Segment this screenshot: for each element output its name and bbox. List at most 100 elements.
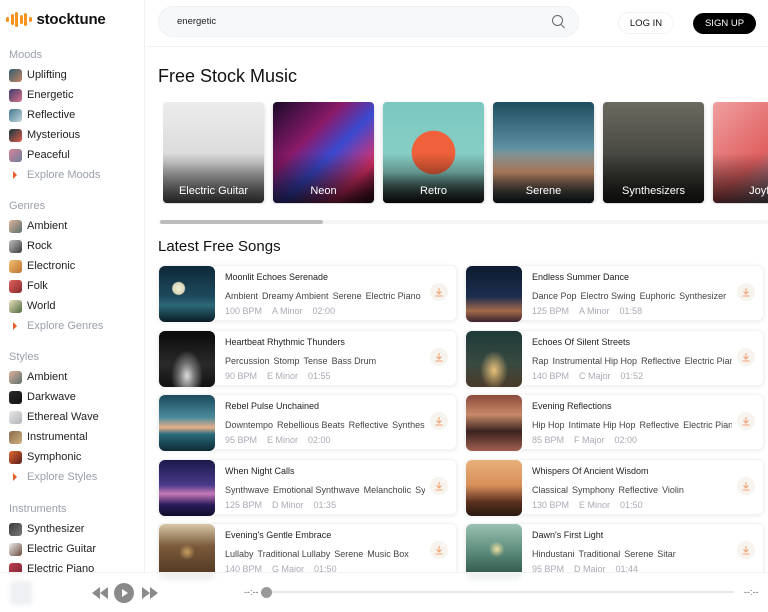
song-title[interactable]: Whispers Of Ancient Wisdom [532, 466, 649, 476]
download-button[interactable] [430, 412, 448, 430]
song-row[interactable]: Moonlit Echoes Serenade Ambient Dreamy Amb… [158, 265, 457, 322]
sidebar-item-synthesizer[interactable]: Synthesizer [9, 519, 139, 539]
song-tag[interactable]: Violin [662, 485, 684, 495]
song-tag[interactable]: Hip Hop [532, 420, 565, 430]
song-tag[interactable]: Sitar [657, 549, 676, 559]
song-row[interactable]: Evening's Gentle Embrace Lullaby Tradition… [158, 523, 457, 580]
category-card-electric-guitar[interactable]: Electric Guitar [163, 102, 264, 203]
song-tag[interactable]: Synthesizer [415, 485, 425, 495]
progress-knob[interactable] [261, 587, 272, 598]
logo[interactable]: stocktune [6, 11, 106, 28]
song-artwork[interactable] [159, 330, 215, 387]
sidebar-item-ambient[interactable]: Ambient [9, 216, 139, 236]
category-card-neon[interactable]: Neon [273, 102, 374, 203]
sidebar-item-reflective[interactable]: Reflective [9, 105, 139, 125]
download-button[interactable] [430, 283, 448, 301]
search-input[interactable] [177, 16, 552, 27]
song-title[interactable]: When Night Calls [225, 466, 295, 476]
song-tag[interactable]: Dreamy Ambient [262, 291, 329, 301]
song-tag[interactable]: Stomp [274, 356, 300, 366]
download-button[interactable] [737, 476, 755, 495]
song-row[interactable]: Whispers Of Ancient Wisdom Classical Symph… [465, 458, 764, 516]
download-button[interactable] [737, 347, 755, 366]
song-tag[interactable]: Reflective [349, 420, 389, 430]
sidebar-item-instrumental[interactable]: Instrumental [9, 427, 139, 447]
sidebar-item-peaceful[interactable]: Peaceful [9, 145, 139, 165]
category-card-synthesizers[interactable]: Synthesizers [603, 102, 704, 203]
song-row[interactable]: Echoes Of Silent Streets Rap Instrumental … [465, 329, 764, 387]
sidebar-item-rock[interactable]: Rock [9, 236, 139, 256]
sidebar-item-uplifting[interactable]: Uplifting [9, 65, 139, 85]
search-bar[interactable] [158, 6, 579, 37]
category-card-serene[interactable]: Serene [493, 102, 594, 203]
sidebar-item-darkwave[interactable]: Darkwave [9, 387, 139, 407]
song-tag[interactable]: Euphoric [640, 291, 676, 301]
song-tag[interactable]: Electric Piano [683, 420, 732, 430]
song-tag[interactable]: Traditional Lullaby [258, 549, 331, 559]
song-artwork[interactable] [466, 266, 522, 322]
song-tag[interactable]: Rebellious Beats [277, 420, 345, 430]
song-tag[interactable]: Reflective [619, 485, 659, 495]
song-tag[interactable]: Bass Drum [332, 356, 377, 366]
rewind-icon[interactable] [92, 587, 108, 599]
song-row[interactable]: Endless Summer Dance Dance Pop Electro Swi… [465, 265, 764, 322]
song-tag[interactable]: Symphony [572, 485, 615, 495]
song-tag[interactable]: Music Box [367, 549, 409, 559]
song-tag[interactable]: Reflective [641, 356, 681, 366]
explore-moods-link[interactable]: Explore Moods [9, 165, 139, 185]
carousel-scrollbar-thumb[interactable] [160, 220, 323, 224]
download-button[interactable] [737, 283, 755, 301]
song-artwork[interactable] [466, 459, 522, 516]
download-button[interactable] [430, 347, 448, 366]
song-tag[interactable]: Synthesizer [392, 420, 425, 430]
sidebar-item-folk[interactable]: Folk [9, 276, 139, 296]
song-tag[interactable]: Tense [304, 356, 328, 366]
song-tag[interactable]: Serene [624, 549, 653, 559]
song-tag[interactable]: Synthwave [225, 485, 269, 495]
song-artwork[interactable] [159, 459, 215, 516]
sidebar-item-mysterious[interactable]: Mysterious [9, 125, 139, 145]
fast-forward-icon[interactable] [142, 587, 158, 599]
song-row[interactable]: Rebel Pulse Unchained Downtempo Rebellious… [158, 394, 457, 451]
song-tag[interactable]: Intimate Hip Hop [569, 420, 636, 430]
song-tag[interactable]: Melancholic [364, 485, 412, 495]
song-title[interactable]: Dawn's First Light [532, 530, 603, 540]
signup-button[interactable]: SIGN UP [693, 13, 756, 34]
song-tag[interactable]: Downtempo [225, 420, 273, 430]
category-card-retro[interactable]: Retro [383, 102, 484, 203]
song-title[interactable]: Moonlit Echoes Serenade [225, 272, 328, 282]
song-tag[interactable]: Hindustani [532, 549, 575, 559]
song-tag[interactable]: Emotional Synthwave [273, 485, 360, 495]
song-tag[interactable]: Lullaby [225, 549, 254, 559]
sidebar-item-symphonic[interactable]: Symphonic [9, 447, 139, 467]
song-title[interactable]: Evening's Gentle Embrace [225, 530, 331, 540]
login-button[interactable]: LOG IN [618, 12, 674, 34]
song-tag[interactable]: Electro Swing [581, 291, 636, 301]
song-title[interactable]: Endless Summer Dance [532, 272, 629, 282]
song-row[interactable]: When Night Calls Synthwave Emotional Synth… [158, 458, 457, 516]
category-card-joyful[interactable]: Joyful [713, 102, 768, 203]
progress-bar[interactable] [266, 591, 734, 593]
song-title[interactable]: Heartbeat Rhythmic Thunders [225, 337, 345, 347]
song-artwork[interactable] [466, 330, 522, 387]
explore-styles-link[interactable]: Explore Styles [9, 467, 139, 487]
song-title[interactable]: Evening Reflections [532, 401, 612, 411]
explore-genres-link[interactable]: Explore Genres [9, 316, 139, 336]
song-tag[interactable]: Traditional [579, 549, 621, 559]
song-row[interactable]: Dawn's First Light Hindustani Traditional S… [465, 523, 764, 580]
song-title[interactable]: Echoes Of Silent Streets [532, 337, 630, 347]
sidebar-item-ethereal-wave[interactable]: Ethereal Wave [9, 407, 139, 427]
song-tag[interactable]: Reflective [640, 420, 680, 430]
sidebar-item-electric-guitar[interactable]: Electric Guitar [9, 539, 139, 559]
song-tag[interactable]: Electric Piano [685, 356, 732, 366]
song-tag[interactable]: Electric Piano [366, 291, 421, 301]
song-tag[interactable]: Synthesizer [679, 291, 726, 301]
sidebar-item-energetic[interactable]: Energetic [9, 85, 139, 105]
download-button[interactable] [430, 541, 448, 559]
song-tag[interactable]: Classical [532, 485, 568, 495]
song-tag[interactable]: Rap [532, 356, 549, 366]
sidebar-item-world[interactable]: World [9, 296, 139, 316]
search-icon[interactable] [552, 14, 566, 29]
song-tag[interactable]: Percussion [225, 356, 270, 366]
song-artwork[interactable] [159, 395, 215, 451]
